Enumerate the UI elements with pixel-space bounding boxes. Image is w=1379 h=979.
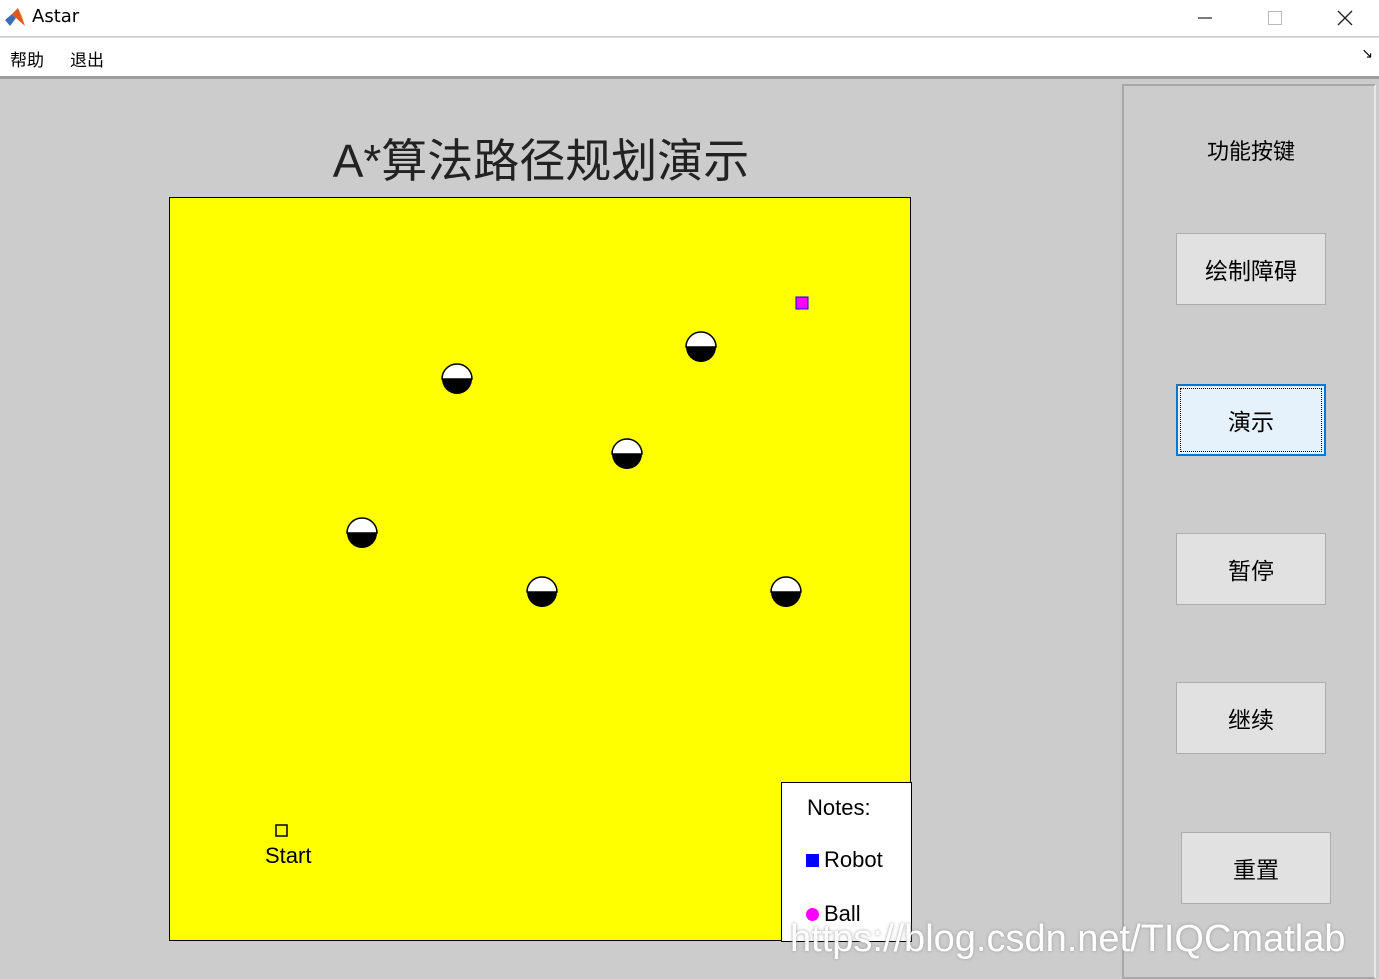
maximize-icon (1268, 11, 1282, 25)
matlab-logo-icon (5, 8, 25, 26)
ball-marker (795, 296, 809, 310)
pause-button[interactable]: 暂停 (1176, 533, 1326, 605)
menu-exit[interactable]: 退出 (70, 46, 104, 71)
menu-divider (0, 76, 1379, 79)
plot-title: A*算法路径规划演示 (332, 135, 750, 187)
start-label: Start (265, 843, 312, 868)
close-button[interactable] (1310, 0, 1379, 36)
legend-robot-label: Robot (824, 847, 883, 872)
plot-axes[interactable]: Start Notes: Robot Ball (169, 197, 912, 942)
close-icon (1337, 10, 1353, 26)
panel-title: 功能按键 (1206, 140, 1295, 165)
maximize-button[interactable] (1240, 0, 1310, 36)
window-title: Astar (32, 6, 80, 27)
function-panel: 功能按键 绘制障碍 演示 暂停 继续 重置 (1122, 84, 1376, 979)
minimize-button[interactable] (1170, 0, 1240, 36)
legend-title: Notes: (807, 795, 871, 820)
obstacle (346, 517, 378, 548)
obstacle (441, 363, 473, 394)
toolbar-toggle-icon[interactable]: ↘ (1361, 46, 1373, 62)
obstacle (770, 576, 802, 607)
robot-square-icon (806, 853, 819, 867)
legend-item-robot: Robot (806, 847, 883, 873)
obstacle (526, 576, 558, 607)
reset-button[interactable]: 重置 (1181, 832, 1331, 904)
demo-button[interactable]: 演示 (1176, 384, 1326, 456)
continue-button[interactable]: 继续 (1176, 682, 1326, 754)
menu-help[interactable]: 帮助 (10, 46, 44, 71)
draw-obstacle-button[interactable]: 绘制障碍 (1176, 233, 1326, 305)
title-bar: Astar (0, 0, 1379, 36)
start-marker (275, 824, 288, 837)
watermark: https://blog.csdn.net/TIQCmatlab (790, 918, 1346, 960)
obstacle (685, 331, 717, 362)
minimize-icon (1198, 17, 1212, 19)
menu-bar: 帮助 退出 ↘ (0, 37, 1379, 77)
obstacle (611, 438, 643, 469)
